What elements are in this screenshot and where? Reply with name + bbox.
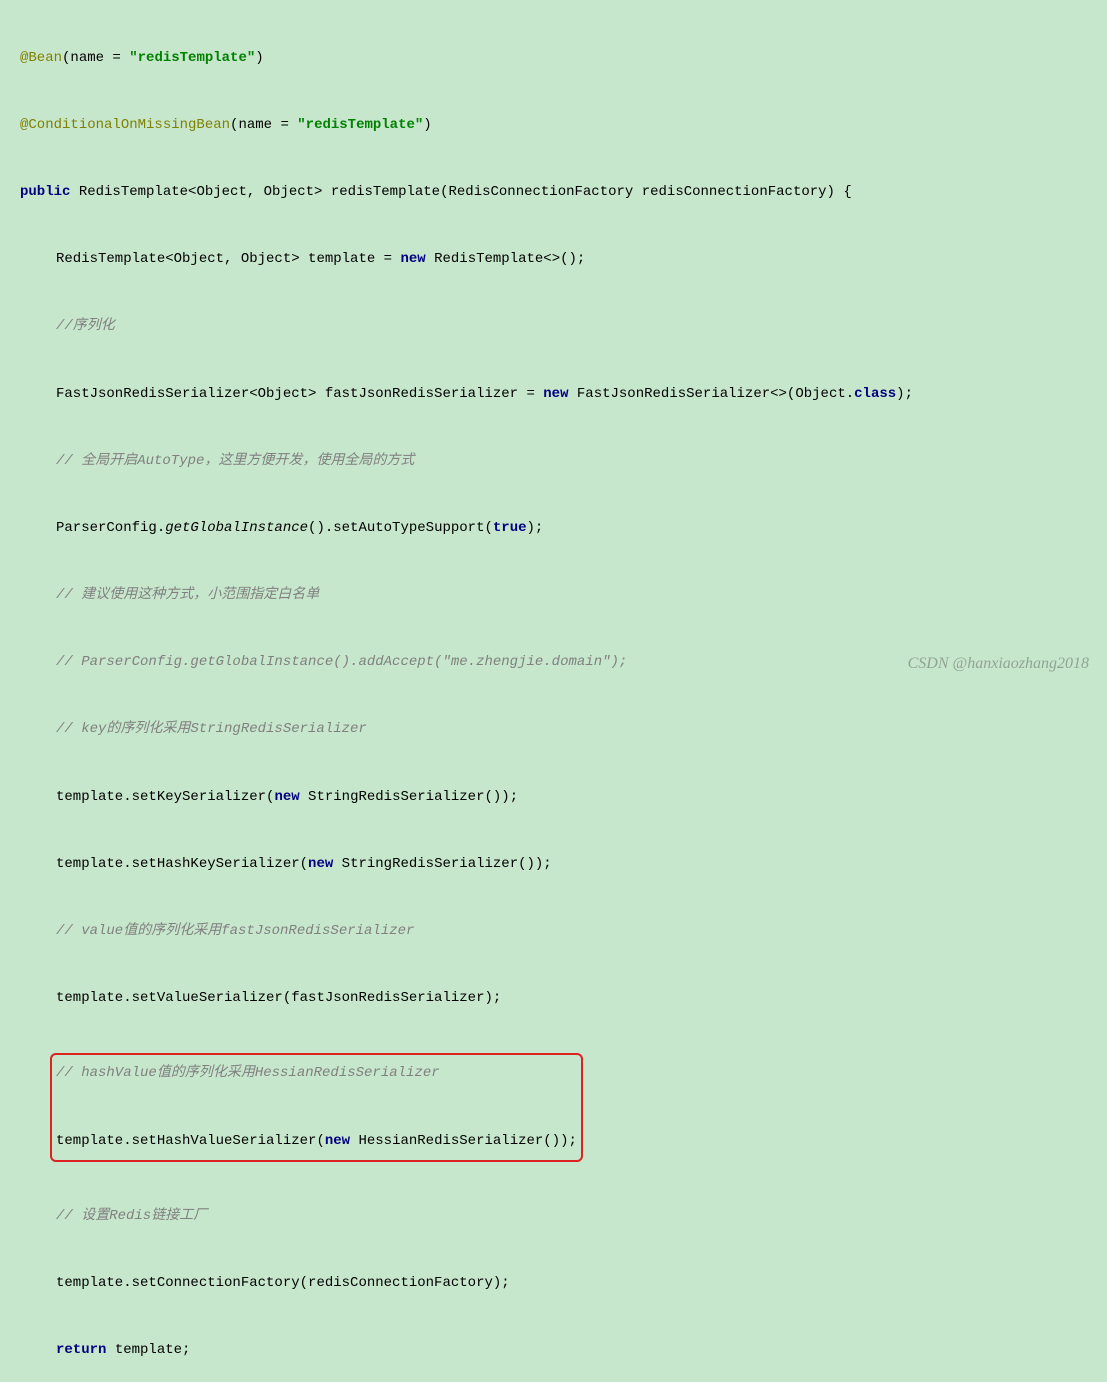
code-text: template.setHashValueSerializer( — [56, 1133, 325, 1149]
code-text: FastJsonRedisSerializer<>(Object. — [569, 386, 855, 402]
comment: // 设置Redis链接工厂 — [56, 1208, 207, 1224]
code-text: ); — [896, 386, 913, 402]
code-line: return template; — [20, 1334, 1087, 1368]
code-text: ().setAutoTypeSupport( — [308, 520, 493, 536]
code-line: template.setValueSerializer(fastJsonRedi… — [20, 982, 1087, 1016]
keyword-true: true — [493, 520, 527, 536]
code-line: // 全局开启AutoType，这里方便开发，使用全局的方式 — [20, 445, 1087, 479]
code-line: ParserConfig.getGlobalInstance().setAuto… — [20, 512, 1087, 546]
code-text: StringRedisSerializer()); — [333, 856, 551, 872]
code-line: // 设置Redis链接工厂 — [20, 1200, 1087, 1234]
code-text: ParserConfig. — [56, 520, 165, 536]
keyword-class: class — [854, 386, 896, 402]
comment: // 全局开启AutoType，这里方便开发，使用全局的方式 — [56, 453, 414, 469]
code-line: // ParserConfig.getGlobalInstance().addA… — [20, 646, 1087, 680]
paren-close: ) — [255, 50, 263, 66]
code-line: // key的序列化采用StringRedisSerializer — [20, 713, 1087, 747]
code-text: template.setConnectionFactory(redisConne… — [56, 1275, 510, 1291]
italic-method: getGlobalInstance — [165, 520, 308, 536]
code-block: @Bean(name = "redisTemplate") @Condition… — [0, 0, 1107, 1382]
comment: // hashValue值的序列化采用HessianRedisSerialize… — [56, 1065, 440, 1081]
keyword-new: new — [543, 386, 568, 402]
code-line: // value值的序列化采用fastJsonRedisSerializer — [20, 915, 1087, 949]
code-line: // 建议使用这种方式，小范围指定白名单 — [20, 579, 1087, 613]
paren-text: (name = — [230, 117, 297, 133]
keyword-new: new — [400, 251, 425, 267]
comment: // key的序列化采用StringRedisSerializer — [56, 721, 367, 737]
code-text: template; — [106, 1342, 190, 1358]
code-line: @Bean(name = "redisTemplate") — [20, 42, 1087, 76]
code-line: template.setKeySerializer(new StringRedi… — [20, 781, 1087, 815]
paren-close: ) — [423, 117, 431, 133]
keyword-new: new — [274, 789, 299, 805]
highlighted-region: // hashValue值的序列化采用HessianRedisSerialize… — [20, 1049, 1087, 1166]
code-line: @ConditionalOnMissingBean(name = "redisT… — [20, 109, 1087, 143]
string-literal: "redisTemplate" — [129, 50, 255, 66]
code-text: template.setValueSerializer(fastJsonRedi… — [56, 990, 501, 1006]
annotation-bean: Bean — [28, 50, 62, 66]
highlight-box: // hashValue值的序列化采用HessianRedisSerialize… — [50, 1053, 583, 1162]
keyword-public: public — [20, 184, 70, 200]
code-line: FastJsonRedisSerializer<Object> fastJson… — [20, 378, 1087, 412]
code-text: StringRedisSerializer()); — [300, 789, 518, 805]
keyword-return: return — [56, 1342, 106, 1358]
code-line: template.setHashValueSerializer(new Hess… — [56, 1125, 577, 1159]
comment: // value值的序列化采用fastJsonRedisSerializer — [56, 923, 414, 939]
code-text: ); — [527, 520, 544, 536]
comment: //序列化 — [56, 318, 115, 334]
code-text: RedisTemplate<>(); — [426, 251, 586, 267]
code-line: RedisTemplate<Object, Object> template =… — [20, 243, 1087, 277]
code-text: template.setHashKeySerializer( — [56, 856, 308, 872]
keyword-new: new — [325, 1133, 350, 1149]
string-literal: "redisTemplate" — [297, 117, 423, 133]
code-text: FastJsonRedisSerializer<Object> fastJson… — [56, 386, 543, 402]
code-text: RedisTemplate<Object, Object> template = — [56, 251, 400, 267]
method-signature: RedisTemplate<Object, Object> redisTempl… — [70, 184, 851, 200]
code-text: template.setKeySerializer( — [56, 789, 274, 805]
comment: // ParserConfig.getGlobalInstance().addA… — [56, 654, 627, 670]
code-line: template.setConnectionFactory(redisConne… — [20, 1267, 1087, 1301]
annotation-conditional: ConditionalOnMissingBean — [28, 117, 230, 133]
code-line: // hashValue值的序列化采用HessianRedisSerialize… — [56, 1057, 577, 1091]
code-line: public RedisTemplate<Object, Object> red… — [20, 176, 1087, 210]
code-line: template.setHashKeySerializer(new String… — [20, 848, 1087, 882]
paren-text: (name = — [62, 50, 129, 66]
code-text: HessianRedisSerializer()); — [350, 1133, 577, 1149]
comment: // 建议使用这种方式，小范围指定白名单 — [56, 587, 319, 603]
keyword-new: new — [308, 856, 333, 872]
code-line: //序列化 — [20, 310, 1087, 344]
